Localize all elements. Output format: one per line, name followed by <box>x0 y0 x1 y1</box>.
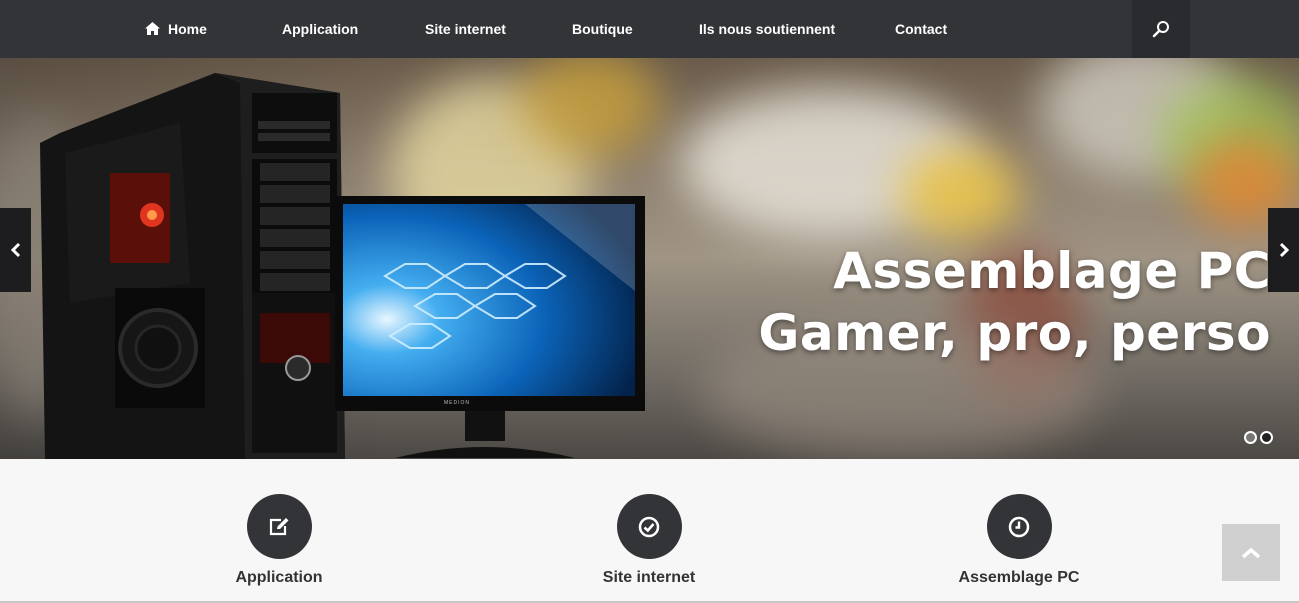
chevron-up-icon <box>1241 547 1261 558</box>
monitor-image <box>335 196 645 458</box>
feature-application: Application <box>149 494 409 587</box>
feature-site-internet: Site internet <box>519 494 779 587</box>
nav-item-label: Boutique <box>572 21 633 37</box>
nav-item-home[interactable]: Home <box>145 0 207 58</box>
back-to-top-button[interactable] <box>1222 524 1280 581</box>
nav-item-label: Application <box>282 21 359 37</box>
top-navbar: Home Application Site internet Boutique … <box>0 0 1299 58</box>
slider-prev-button[interactable] <box>0 208 31 292</box>
nav-item-ils-nous-soutiennent[interactable]: Ils nous soutiennent <box>699 0 835 58</box>
background-blur <box>520 58 660 158</box>
feature-icon-button[interactable] <box>246 494 312 559</box>
chevron-right-icon <box>1279 242 1289 258</box>
feature-label[interactable]: Site internet <box>519 569 779 587</box>
edit-icon <box>269 517 289 535</box>
home-icon <box>145 22 160 36</box>
background-blur <box>900 148 1020 238</box>
chevron-left-icon <box>10 242 20 258</box>
nav-item-label: Home <box>168 21 207 37</box>
feature-assemblage-pc: Assemblage PC <box>889 494 1149 587</box>
check-circle-icon <box>638 516 660 537</box>
nav-item-label: Ils nous soutiennent <box>699 21 836 37</box>
hero-title: Assemblage PC Gamer, pro, perso <box>758 240 1271 364</box>
hero-title-line2: Gamer, pro, perso <box>758 304 1271 362</box>
feature-label[interactable]: Assemblage PC <box>889 569 1149 587</box>
slider-dot-2-active[interactable] <box>1260 431 1273 444</box>
nav-item-label: Contact <box>895 21 948 37</box>
hero-slider: MEDION Assemblage PC Gamer, pro, perso <box>0 58 1299 459</box>
nav-item-site-internet[interactable]: Site internet <box>425 0 506 58</box>
slider-dot-1[interactable] <box>1244 431 1257 444</box>
slider-next-button[interactable] <box>1268 208 1299 292</box>
feature-icon-button[interactable] <box>986 494 1052 559</box>
search-icon <box>1152 21 1169 38</box>
nav-item-application[interactable]: Application <box>282 0 358 58</box>
pc-tower-image <box>40 73 345 459</box>
feature-icon-button[interactable] <box>616 494 682 559</box>
nav-item-contact[interactable]: Contact <box>895 0 947 58</box>
feature-label[interactable]: Application <box>149 569 409 587</box>
nav-item-label: Site internet <box>425 21 506 37</box>
search-button[interactable] <box>1132 0 1190 58</box>
hero-title-line1: Assemblage PC <box>833 242 1271 300</box>
nav-item-boutique[interactable]: Boutique <box>572 0 633 58</box>
monitor-brand: MEDION <box>444 400 470 406</box>
clock-icon <box>1008 516 1030 537</box>
